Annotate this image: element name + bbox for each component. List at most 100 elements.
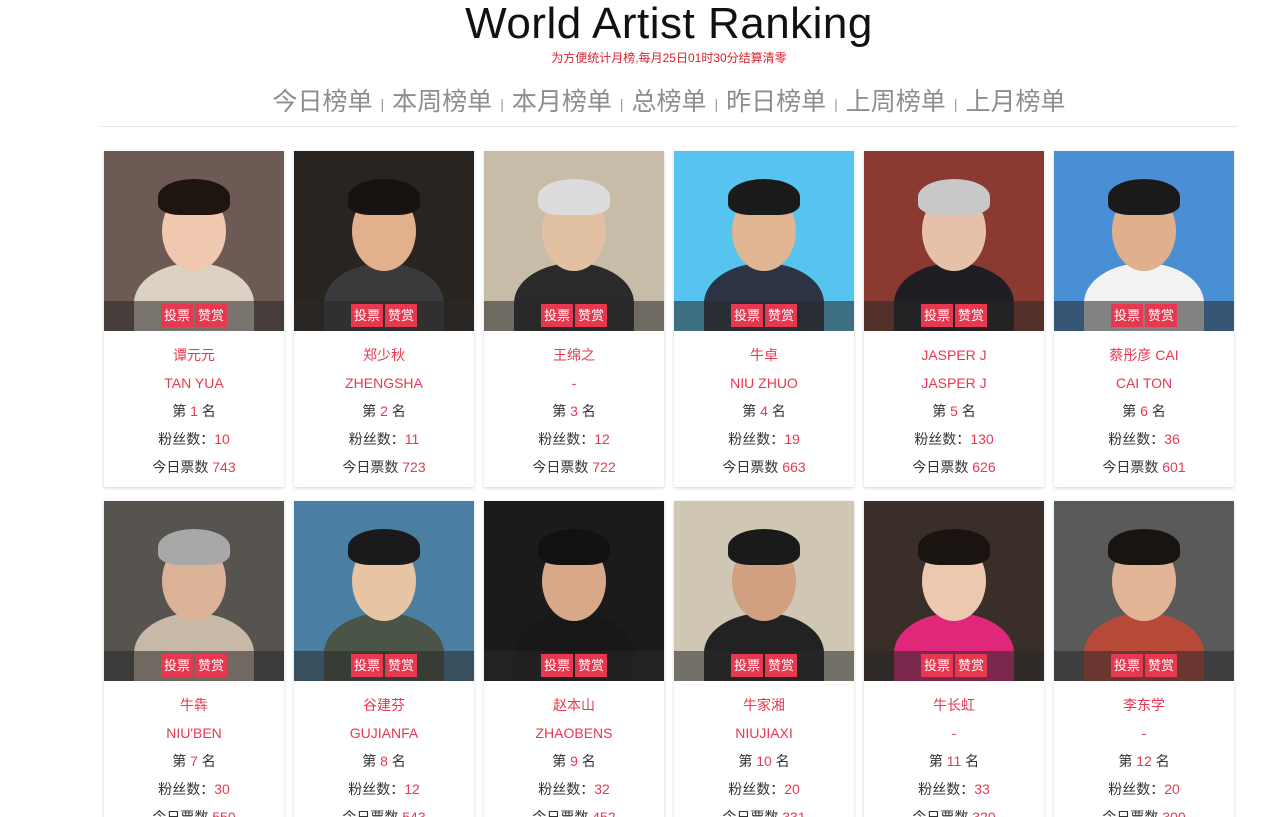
fans-label: 粉丝数： (538, 781, 595, 797)
artist-name-cn[interactable]: 牛长虹 (864, 691, 1044, 719)
tab-ranking[interactable]: 本周榜单 (392, 88, 492, 116)
artist-rank: 第 7 名 (104, 747, 284, 775)
rank-suffix: 名 (771, 403, 786, 419)
vote-button[interactable]: 投票 (1110, 654, 1143, 677)
rank-suffix: 名 (1155, 753, 1170, 769)
vote-button[interactable]: 投票 (540, 304, 573, 327)
artist-name-en[interactable]: NIUJIAXI (674, 719, 854, 747)
reward-button[interactable]: 赞赏 (195, 654, 228, 677)
rank-value: 12 (1136, 753, 1152, 769)
tab-ranking[interactable]: 上月榜单 (965, 88, 1065, 116)
vote-button[interactable]: 投票 (730, 304, 763, 327)
artist-card[interactable]: 投票 赞赏 王绵之 - 第 3 名粉丝数：12 今日票数 722 (484, 151, 664, 487)
artist-fans: 粉丝数：30 (104, 775, 284, 803)
fans-label: 粉丝数： (728, 781, 785, 797)
tab-ranking[interactable]: 上周榜单 (846, 88, 946, 116)
fans-value: 11 (404, 431, 420, 447)
tab-separator: | (380, 96, 385, 113)
rank-prefix: 第 (552, 753, 567, 769)
artist-name-cn[interactable]: 李东学 (1054, 691, 1234, 719)
reward-button[interactable]: 赞赏 (955, 654, 988, 677)
artist-card[interactable]: 投票 赞赏 JASPER J JASPER J第 5 名粉丝数：130 今日票数 626 (864, 151, 1044, 487)
artist-name-cn[interactable]: 牛卓 (674, 341, 854, 369)
tab-ranking[interactable]: 今日榜单 (273, 88, 373, 116)
artist-name-cn[interactable]: 谷建芬 (294, 691, 474, 719)
artist-card[interactable]: 投票 赞赏 牛犇 NIU'BEN 第 7 名粉丝数：30 今日票数 550 (104, 501, 284, 817)
artist-name-cn[interactable]: 谭元元 (104, 341, 284, 369)
artist-name-cn[interactable]: 蔡彤彦 CAI (1054, 341, 1234, 369)
rank-suffix: 名 (391, 403, 406, 419)
artist-name-en[interactable]: ZHENGSHA (294, 369, 474, 397)
rank-value: 5 (950, 403, 958, 419)
artist-name-en[interactable]: - (484, 369, 664, 397)
vote-button[interactable]: 投票 (160, 304, 193, 327)
artist-card[interactable]: 投票 赞赏 李东学 - 第 12 名粉丝数：20 今日票数 300 (1054, 501, 1234, 817)
artist-name-en[interactable]: JASPER J (864, 369, 1044, 397)
vote-button[interactable]: 投票 (920, 654, 953, 677)
vote-button[interactable]: 投票 (540, 654, 573, 677)
rank-prefix: 第 (552, 403, 567, 419)
artist-card[interactable]: 投票 赞赏 牛长虹 - 第 11 名粉丝数：33 今日票数 320 (864, 501, 1044, 817)
vote-button[interactable]: 投票 (1110, 304, 1143, 327)
vote-button[interactable]: 投票 (350, 304, 383, 327)
tab-separator: | (953, 96, 958, 113)
vote-button[interactable]: 投票 (160, 654, 193, 677)
artist-fans: 粉丝数：20 (1054, 775, 1234, 803)
artist-rank: 第 3 名 (484, 397, 664, 425)
tab-ranking[interactable]: 总榜单 (631, 88, 706, 116)
reward-button[interactable]: 赞赏 (1145, 654, 1178, 677)
fans-label: 粉丝数： (158, 781, 215, 797)
artist-card[interactable]: 投票 赞赏 赵本山 ZHAOBENS 第 9 名粉丝数：32 今日票数 452 (484, 501, 664, 817)
artist-card[interactable]: 投票 赞赏 牛家湘 NIUJIAXI 第 10 名粉丝数：20 今日票数 331 (674, 501, 854, 817)
artist-name-en[interactable]: - (1054, 719, 1234, 747)
vote-button[interactable]: 投票 (920, 304, 953, 327)
artist-name-cn[interactable]: 牛家湘 (674, 691, 854, 719)
today-votes-label: 今日票数 (912, 809, 969, 817)
reward-button[interactable]: 赞赏 (385, 654, 418, 677)
tab-ranking[interactable]: 昨日榜单 (726, 88, 826, 116)
today-votes-value: 626 (972, 459, 996, 475)
reward-button[interactable]: 赞赏 (765, 654, 798, 677)
fans-label: 粉丝数： (728, 431, 785, 447)
rank-prefix: 第 (172, 753, 187, 769)
reward-button[interactable]: 赞赏 (195, 304, 228, 327)
reward-button[interactable]: 赞赏 (575, 304, 608, 327)
artist-card[interactable]: 投票 赞赏 谷建芬 GUJIANFA 第 8 名粉丝数：12 今日票数 543 (294, 501, 474, 817)
rank-suffix: 名 (201, 753, 216, 769)
artist-name-en[interactable]: NIU'BEN (104, 719, 284, 747)
tab-ranking[interactable]: 本月榜单 (512, 88, 612, 116)
today-votes-label: 今日票数 (532, 459, 589, 475)
artist-name-en[interactable]: ZHAOBENS (484, 719, 664, 747)
reward-button[interactable]: 赞赏 (1145, 304, 1178, 327)
artist-name-en[interactable]: NIU ZHUO (674, 369, 854, 397)
vote-button[interactable]: 投票 (730, 654, 763, 677)
artist-card[interactable]: 投票 赞赏 牛卓 NIU ZHUO 第 4 名粉丝数：19 今日票数 663 (674, 151, 854, 487)
artist-today-votes: 今日票数 743 (104, 453, 284, 481)
artist-card[interactable]: 投票 赞赏谭元元 TAN YUA 第 1 名粉丝数：10 今日票数 743 (104, 151, 284, 487)
reward-button[interactable]: 赞赏 (765, 304, 798, 327)
fans-label: 粉丝数： (1108, 781, 1165, 797)
rank-suffix: 名 (391, 753, 406, 769)
fans-value: 36 (1164, 431, 1180, 447)
rank-value: 9 (570, 753, 578, 769)
artist-card[interactable]: 投票 赞赏 蔡彤彦 CAI CAI TON 第 6 名粉丝数：36 今日票数 601 (1054, 151, 1234, 487)
artist-name-en[interactable]: GUJIANFA (294, 719, 474, 747)
artist-card[interactable]: 投票 赞赏 郑少秋 ZHENGSHA 第 2 名粉丝数：11 今日票数 723 (294, 151, 474, 487)
reward-button[interactable]: 赞赏 (385, 304, 418, 327)
rank-suffix: 名 (775, 753, 790, 769)
artist-name-cn[interactable]: JASPER J (864, 341, 1044, 369)
today-votes-label: 今日票数 (1102, 809, 1159, 817)
reward-button[interactable]: 赞赏 (955, 304, 988, 327)
artist-fans: 粉丝数：10 (104, 425, 284, 453)
reward-button[interactable]: 赞赏 (575, 654, 608, 677)
artist-name-en[interactable]: TAN YUA (104, 369, 284, 397)
artist-name-en[interactable]: - (864, 719, 1044, 747)
artist-rank: 第 9 名 (484, 747, 664, 775)
artist-name-cn[interactable]: 赵本山 (484, 691, 664, 719)
artist-name-cn[interactable]: 王绵之 (484, 341, 664, 369)
artist-name-cn[interactable]: 牛犇 (104, 691, 284, 719)
artist-name-cn[interactable]: 郑少秋 (294, 341, 474, 369)
artist-rank: 第 1 名 (104, 397, 284, 425)
artist-name-en[interactable]: CAI TON (1054, 369, 1234, 397)
vote-button[interactable]: 投票 (350, 654, 383, 677)
